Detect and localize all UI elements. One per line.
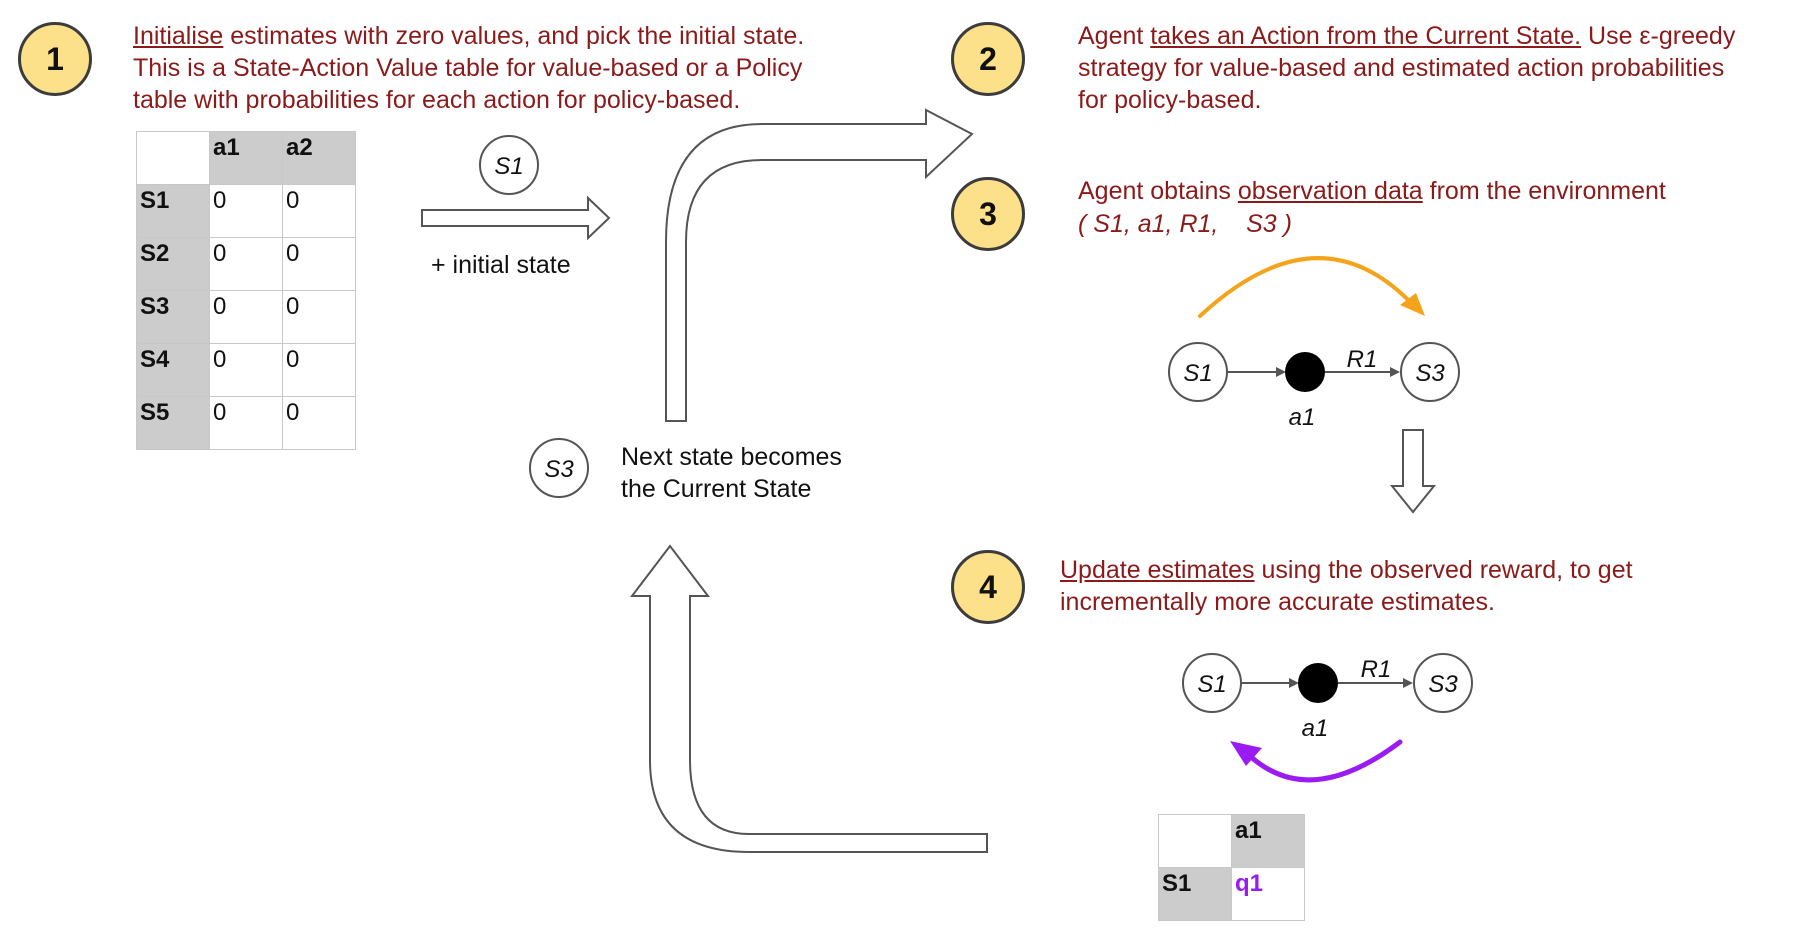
table-row: S4 0 0 [136,343,356,397]
step-4-text: Update estimates using the observed rewa… [1060,554,1780,618]
step-3-line1: Agent obtains observation data from the … [1078,175,1778,207]
step-1-badge: 1 [18,22,92,96]
update-value-table: a1 S1 q1 [1158,814,1305,921]
table-corner [136,131,210,185]
step-1-line3: table with probabilities for each action… [133,86,741,114]
step-2-keyword: takes an Action from the Current State. [1150,22,1582,50]
table-row: S5 0 0 [136,396,356,450]
step-2-line3: for policy-based. [1078,86,1262,114]
observation-orange-arc [1198,256,1417,318]
obs-from-label: S1 [1183,360,1212,387]
step-2-text: Agent takes an Action from the Current S… [1078,20,1798,116]
table-cell: 0 [209,396,283,450]
table-row-header: S3 [136,290,210,344]
initial-state-caption: + initial state [431,251,571,279]
table-row: S2 0 0 [136,237,356,291]
initial-state-arrow [421,195,611,241]
upd-action-label: a1 [1302,715,1329,742]
obs-action-label: a1 [1289,404,1316,431]
obs-action-dot [1285,352,1325,392]
update-table-header-row: a1 [1158,814,1305,868]
step-3-number: 3 [979,195,997,232]
step-4-line1-rest: using the observed reward, to get [1254,556,1633,584]
step-4-badge: 4 [951,550,1025,624]
step-3-keyword: observation data [1237,177,1423,205]
step-2-line1-pre: Agent [1078,22,1151,50]
upd-to-label: S3 [1428,671,1458,698]
step-2-line2: strategy for value-based and estimated a… [1078,54,1725,82]
down-arrow [1389,429,1437,514]
table-row-header: S4 [136,343,210,397]
update-table-value: q1 [1231,867,1305,921]
table-row-header: S1 [136,184,210,238]
table-cell: 0 [209,343,283,397]
table-row-header: S5 [136,396,210,450]
initial-state-node-label: S1 [494,153,523,180]
step-4-number: 4 [979,568,997,605]
update-purple-arc [1247,739,1403,783]
step-4-line2: incrementally more accurate estimates. [1060,588,1495,616]
next-state-line1: Next state becomes [621,443,842,471]
table-cell: 0 [282,290,356,344]
table-cell: 0 [282,237,356,291]
update-table-corner [1158,814,1232,868]
step-1-keyword: Initialise [133,22,224,50]
step-2-line1: Agent takes an Action from the Current S… [1078,20,1798,52]
step-2-badge: 2 [951,22,1025,96]
table-row: S1 0 0 [136,184,356,238]
step-3-tuple: ( S1, a1, R1, S3 ) [1078,210,1292,238]
table-cell: 0 [209,237,283,291]
table-col-header: a2 [282,131,356,185]
table-cell: 0 [209,184,283,238]
table-cell: 0 [282,343,356,397]
update-table-row: S1 q1 [1158,867,1305,921]
obs-reward-label: R1 [1347,346,1378,373]
upd-action-dot [1298,663,1338,703]
table-header-row: a1 a2 [136,131,356,185]
loop-arrow-to-step2 [665,108,974,422]
table-row-header: S2 [136,237,210,291]
step-1-text: Initialise estimates with zero values, a… [133,20,933,116]
step-3-line1-rest: from the environment [1422,177,1666,205]
step-1-line1-rest: estimates with zero values, and pick the… [223,22,805,50]
step-1-number: 1 [46,40,64,77]
step-3-badge: 3 [951,177,1025,251]
table-cell: 0 [209,290,283,344]
table-col-header: a1 [209,131,283,185]
initial-value-table: a1 a2 S1 0 0 S2 0 0 S3 0 0 S4 0 0 S5 0 0 [136,131,356,450]
step-4-line1: Update estimates using the observed rewa… [1060,554,1780,586]
table-cell: 0 [282,396,356,450]
step-4-keyword: Update estimates [1060,556,1255,584]
table-cell: 0 [282,184,356,238]
upd-from-label: S1 [1197,671,1226,698]
step-1-line1: Initialise estimates with zero values, a… [133,20,933,52]
next-state-node-label: S3 [544,456,574,483]
step-2-number: 2 [979,40,997,77]
step-1-line2: This is a State-Action Value table for v… [133,54,803,82]
table-row: S3 0 0 [136,290,356,344]
next-state-line2: the Current State [621,475,812,503]
step-2-line1-rest: Use ε-greedy [1581,22,1736,50]
step-3-line1-pre: Agent obtains [1078,177,1238,205]
loop-arrow-up [629,544,988,853]
upd-reward-label: R1 [1361,656,1392,683]
next-state-caption: Next state becomes the Current State [621,441,842,505]
obs-to-label: S3 [1415,360,1445,387]
update-table-col-header: a1 [1231,814,1305,868]
update-table-row-header: S1 [1158,867,1232,921]
step-3-text: Agent obtains observation data from the … [1078,175,1778,207]
